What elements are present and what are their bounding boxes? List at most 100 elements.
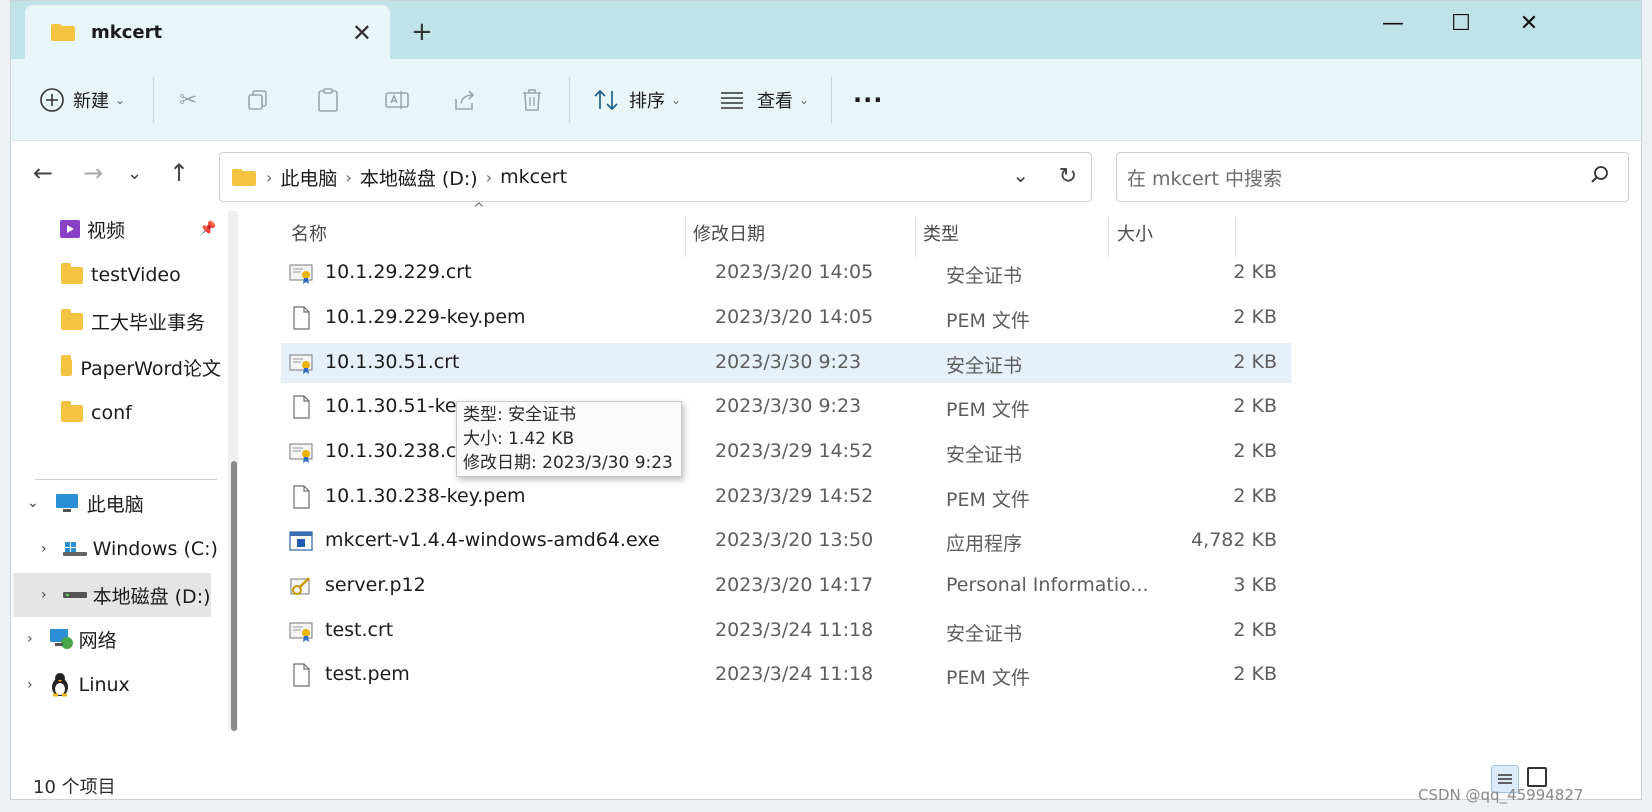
file-row[interactable]: 10.1.30.51.crt 2023/3/30 9:23 安全证书 2 KB — [281, 343, 1291, 383]
file-type: Personal Informatio... — [946, 574, 1149, 596]
close-window-button[interactable]: ✕ — [1509, 11, 1549, 36]
pin-icon[interactable]: 📌 — [199, 221, 216, 237]
sidebar-item-label: 本地磁盘 (D:) — [92, 585, 211, 608]
sidebar-item-label: 工大毕业事务 — [91, 311, 206, 334]
close-tab-button[interactable]: ✕ — [352, 19, 372, 47]
file-row[interactable]: test.crt 2023/3/24 11:18 安全证书 2 KB — [281, 611, 1291, 651]
file-size: 2 KB — [1233, 485, 1277, 507]
chevron-right-icon[interactable]: › — [41, 541, 47, 557]
delete-icon[interactable] — [521, 83, 543, 117]
file-row[interactable]: server.p12 2023/3/20 14:17 Personal Inform… — [281, 566, 1291, 606]
column-header-date[interactable]: 修改日期 — [693, 217, 765, 253]
folder-icon — [61, 308, 83, 330]
folder-icon — [51, 24, 75, 41]
sidebar-item-linux[interactable]: › Linux — [27, 667, 130, 703]
file-row[interactable]: mkcert-v1.4.4-windows-amd64.exe 2023/3/20… — [281, 521, 1291, 561]
sort-button[interactable]: 排序 ⌄ — [593, 83, 681, 117]
plus-circle-icon — [40, 88, 64, 112]
sidebar-item-drive-c[interactable]: › Windows (C:) — [41, 531, 218, 567]
large-icons-view-button[interactable] — [1527, 767, 1547, 787]
sidebar-item-paperword[interactable]: PaperWord论文 — [61, 349, 221, 385]
new-button[interactable]: 新建 ⌄ — [39, 83, 125, 117]
file-row[interactable]: 10.1.30.238.crt 2023/3/29 14:52 安全证书 2 KB — [281, 432, 1291, 472]
file-row[interactable]: 10.1.29.229.crt 2023/3/20 14:05 安全证书 2 KB — [281, 253, 1291, 293]
column-divider[interactable] — [685, 217, 686, 257]
new-tab-button[interactable]: + — [411, 17, 433, 47]
share-icon[interactable] — [453, 83, 477, 117]
sidebar-item-this-pc[interactable]: ⌄ 此电脑 — [27, 485, 144, 521]
breadcrumb-this-pc[interactable]: 此电脑 — [280, 164, 337, 191]
certificate-icon — [289, 440, 313, 464]
column-divider[interactable] — [1235, 217, 1236, 257]
file-size: 2 KB — [1233, 351, 1277, 373]
sidebar-item-drive-d[interactable]: › 本地磁盘 (D:) — [13, 573, 211, 617]
search-icon — [1591, 166, 1608, 183]
sort-icon — [594, 89, 618, 111]
view-button[interactable]: 查看 ⌄ — [719, 83, 809, 117]
chevron-down-icon[interactable]: ⌄ — [27, 495, 39, 511]
file-row[interactable]: 10.1.29.229-key.pem 2023/3/20 14:05 PEM 文件… — [281, 298, 1291, 338]
file-row[interactable]: 10.1.30.51-key.pem 2023/3/30 9:23 PEM 文件 2 … — [281, 387, 1291, 427]
file-row[interactable]: test.pem 2023/3/24 11:18 PEM 文件 2 KB — [281, 655, 1291, 695]
chevron-right-icon[interactable]: › — [27, 677, 33, 693]
up-arrow-icon[interactable]: ↑ — [169, 159, 189, 187]
column-divider[interactable] — [915, 217, 916, 257]
refresh-icon[interactable]: ↻ — [1059, 164, 1077, 189]
rename-icon[interactable] — [385, 83, 409, 117]
address-bar[interactable]: › 此电脑 › 本地磁盘 (D:) › mkcert ⌄ ↻ — [219, 152, 1092, 202]
computer-icon — [55, 494, 78, 512]
command-bar: 新建 ⌄ ✂ 排序 ⌄ 查看 ⌄ ··· — [11, 59, 1641, 141]
sidebar-item-conf[interactable]: conf — [61, 395, 132, 431]
file-modified-date: 2023/3/24 11:18 — [715, 619, 874, 641]
file-explorer-window: mkcert ✕ + — ☐ ✕ 新建 ⌄ ✂ 排序 ⌄ 查看 ⌄ ··· ← … — [10, 0, 1642, 800]
file-name: test.crt — [325, 619, 394, 641]
video-folder-icon — [60, 220, 80, 238]
minimize-button[interactable]: — — [1373, 11, 1413, 36]
paste-icon[interactable] — [317, 83, 339, 117]
recent-locations-chevron-icon[interactable]: ⌄ — [127, 163, 142, 184]
chevron-right-icon[interactable]: › — [27, 631, 33, 647]
search-box[interactable]: 在 mkcert 中搜索 — [1116, 152, 1629, 202]
folder-icon — [232, 169, 256, 186]
column-header-name[interactable]: 名称 — [291, 217, 327, 253]
file-row[interactable]: 10.1.30.238-key.pem 2023/3/29 14:52 PEM 文件… — [281, 477, 1291, 517]
file-size: 4,782 KB — [1191, 529, 1277, 551]
chevron-down-icon: ⌄ — [799, 93, 810, 107]
copy-icon[interactable] — [247, 83, 269, 117]
cut-icon[interactable]: ✂ — [179, 83, 197, 117]
search-input[interactable]: 在 mkcert 中搜索 — [1127, 164, 1282, 191]
sidebar-item-label: 网络 — [78, 629, 117, 652]
status-item-count: 10 个项目 — [33, 777, 116, 798]
tab-mkcert[interactable]: mkcert ✕ — [25, 5, 390, 59]
address-dropdown-icon[interactable]: ⌄ — [1012, 163, 1029, 187]
file-modified-date: 2023/3/30 9:23 — [715, 395, 862, 417]
sidebar-item-testvideo[interactable]: testVideo — [61, 257, 181, 293]
maximize-button[interactable]: ☐ — [1441, 11, 1481, 36]
forward-arrow-icon[interactable]: → — [83, 159, 103, 187]
file-name: mkcert-v1.4.4-windows-amd64.exe — [325, 529, 660, 551]
sidebar-item-label: 视频 — [87, 219, 126, 242]
file-name: 10.1.30.238.crt — [325, 440, 472, 462]
chevron-right-icon[interactable]: › — [41, 587, 47, 603]
breadcrumb-mkcert[interactable]: mkcert — [500, 166, 567, 188]
file-type: PEM 文件 — [946, 310, 1030, 332]
file-modified-date: 2023/3/20 14:05 — [715, 261, 874, 283]
file-size: 2 KB — [1233, 619, 1277, 641]
breadcrumb-drive-d[interactable]: 本地磁盘 (D:) — [360, 164, 478, 191]
file-modified-date: 2023/3/20 13:50 — [715, 529, 874, 551]
file-tooltip: 类型: 安全证书 大小: 1.42 KB 修改日期: 2023/3/30 9:2… — [456, 401, 682, 477]
sidebar-item-network[interactable]: › 网络 — [27, 621, 117, 657]
sidebar-item-graduation[interactable]: 工大毕业事务 — [61, 303, 205, 339]
sidebar-item-videos[interactable]: 视频 📌 — [59, 211, 216, 247]
pfx-icon — [289, 574, 313, 598]
column-divider[interactable] — [1108, 217, 1109, 257]
drive-icon — [62, 592, 87, 598]
back-arrow-icon[interactable]: ← — [33, 159, 53, 187]
breadcrumb-chevron-icon: › — [485, 167, 493, 187]
column-header-size[interactable]: 大小 — [1117, 217, 1153, 253]
sidebar-item-label: Linux — [78, 674, 130, 696]
column-header-type[interactable]: 类型 — [923, 217, 959, 253]
more-options-button[interactable]: ··· — [853, 83, 883, 117]
sidebar-scrollbar-thumb[interactable] — [231, 461, 237, 731]
certificate-icon — [289, 261, 313, 285]
